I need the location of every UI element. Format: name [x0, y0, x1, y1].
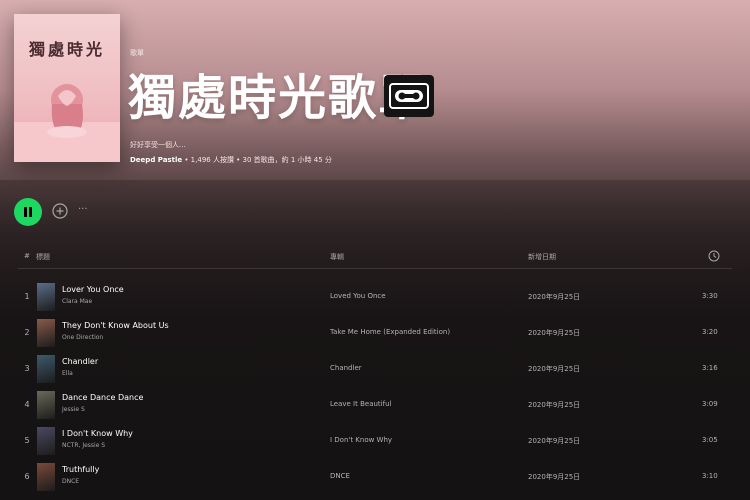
track-date-added: 2020年9月25日 — [528, 293, 581, 301]
track-album[interactable]: Take Me Home (Expanded Edition) — [330, 328, 450, 336]
add-to-library-icon[interactable] — [52, 203, 68, 219]
track-artist[interactable]: DNCE — [62, 478, 79, 485]
playlist-description: 好好享受一個人... — [130, 141, 186, 149]
track-thumbnail — [37, 463, 55, 491]
track-artist[interactable]: Clara Mae — [62, 298, 92, 305]
pause-button[interactable] — [14, 198, 42, 226]
track-album[interactable]: Leave It Beautiful — [330, 400, 391, 408]
playlist-title: 獨處時光歌單 — [128, 70, 429, 126]
cassette-icon — [384, 75, 434, 117]
track-duration: 3:10 — [702, 472, 718, 480]
track-date-added: 2020年9月25日 — [528, 329, 581, 337]
col-number: # — [24, 252, 30, 260]
playlist-owner[interactable]: Deepd Pastle — [130, 156, 182, 164]
header-divider — [18, 268, 732, 269]
table-row[interactable]: 6 Truthfully DNCE DNCE 2020年9月25日 3:10 — [0, 460, 750, 496]
pause-icon-bar-right — [29, 207, 32, 217]
track-title[interactable]: They Don't Know About Us — [62, 321, 169, 330]
track-album[interactable]: Chandler — [330, 364, 362, 372]
track-album[interactable]: DNCE — [330, 472, 350, 480]
track-title[interactable]: Lover You Once — [62, 285, 124, 294]
col-date-added[interactable]: 新增日期 — [528, 252, 556, 262]
track-number: 6 — [24, 472, 30, 481]
track-artist[interactable]: Jessie S — [62, 406, 85, 413]
table-row[interactable]: 1 Lover You Once Clara Mae Loved You Onc… — [0, 280, 750, 316]
tracklist-header: # 標題 專輯 新增日期 — [0, 246, 750, 268]
clock-icon — [708, 250, 720, 262]
track-date-added: 2020年9月25日 — [528, 473, 581, 481]
table-row[interactable]: 3 Chandler Ella Chandler 2020年9月25日 3:16 — [0, 352, 750, 388]
track-thumbnail — [37, 391, 55, 419]
track-artist[interactable]: NCTR, Jessie S — [62, 442, 105, 449]
track-duration: 3:20 — [702, 328, 718, 336]
track-date-added: 2020年9月25日 — [528, 365, 581, 373]
track-number: 3 — [24, 364, 30, 373]
track-album[interactable]: I Don't Know Why — [330, 436, 392, 444]
playlist-type-label: 歌單 — [130, 49, 144, 57]
track-duration: 3:05 — [702, 436, 718, 444]
track-title[interactable]: Dance Dance Dance — [62, 393, 143, 402]
playlist-details: • 1,496 人按讚 • 30 首歌曲，約 1 小時 45 分 — [184, 156, 332, 164]
track-number: 5 — [24, 436, 30, 445]
track-title[interactable]: Truthfully — [62, 465, 99, 474]
track-duration: 3:16 — [702, 364, 718, 372]
track-album[interactable]: Loved You Once — [330, 292, 386, 300]
pause-icon-bar-left — [24, 207, 27, 217]
track-thumbnail — [37, 355, 55, 383]
col-title[interactable]: 標題 — [36, 252, 50, 262]
track-number: 4 — [24, 400, 30, 409]
track-date-added: 2020年9月25日 — [528, 437, 581, 445]
track-artist[interactable]: Ella — [62, 370, 73, 377]
track-date-added: 2020年9月25日 — [528, 401, 581, 409]
playlist-cover[interactable]: 獨處時光 — [14, 14, 120, 162]
cover-illustration — [47, 84, 87, 138]
track-title[interactable]: I Don't Know Why — [62, 429, 133, 438]
playlist-meta: Deepd Pastle • 1,496 人按讚 • 30 首歌曲，約 1 小時… — [130, 155, 332, 165]
track-number: 2 — [24, 328, 30, 337]
col-album[interactable]: 專輯 — [330, 252, 344, 262]
cover-title: 獨處時光 — [28, 40, 105, 59]
track-thumbnail — [37, 319, 55, 347]
table-row[interactable]: 4 Dance Dance Dance Jessie S Leave It Be… — [0, 388, 750, 424]
track-duration: 3:09 — [702, 400, 718, 408]
table-row[interactable]: 5 I Don't Know Why NCTR, Jessie S I Don'… — [0, 424, 750, 460]
track-thumbnail — [37, 283, 55, 311]
track-duration: 3:30 — [702, 292, 718, 300]
table-row[interactable]: 2 They Don't Know About Us One Direction… — [0, 316, 750, 352]
track-title[interactable]: Chandler — [62, 357, 98, 366]
track-artist[interactable]: One Direction — [62, 334, 103, 341]
more-options-icon[interactable]: ··· — [78, 204, 88, 215]
track-number: 1 — [24, 292, 30, 301]
track-thumbnail — [37, 427, 55, 455]
